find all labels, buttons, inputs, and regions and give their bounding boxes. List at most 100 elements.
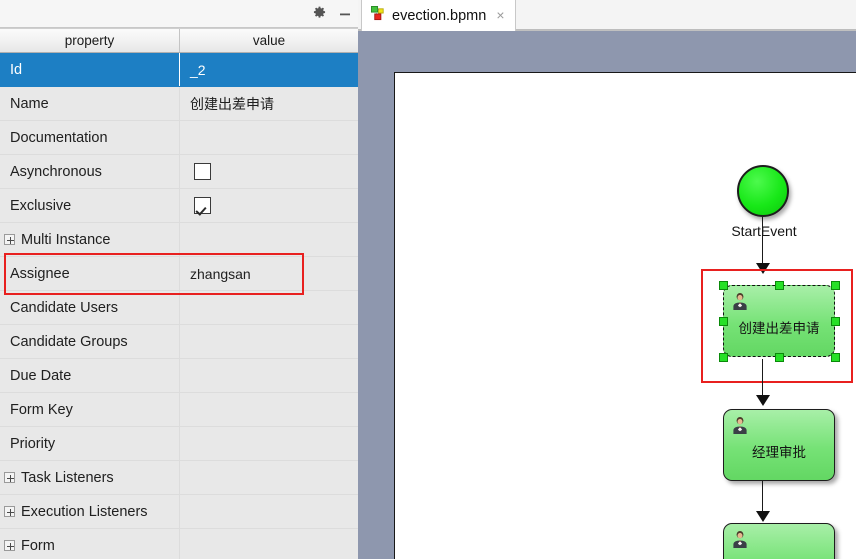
sequence-flow-1[interactable] (762, 217, 764, 267)
properties-panel: property value Id _2 Name 创建出差申请 Documentati… (0, 0, 358, 559)
task-node-manager-approval[interactable]: 经理审批 (723, 409, 835, 481)
resize-handle-w[interactable] (719, 317, 728, 326)
task-label: 创建出差申请 (738, 320, 820, 336)
editor-area: evection.bpmn × StartEvent 创建出差申请 经理审批 (358, 0, 856, 559)
property-row-exclusive[interactable]: Exclusive (0, 189, 358, 223)
property-row-multi-instance[interactable]: Multi Instance (0, 223, 358, 257)
user-task-icon (730, 415, 750, 435)
property-row-candidate-groups[interactable]: Candidate Groups (0, 325, 358, 359)
property-value-label: zhangsan (190, 265, 251, 282)
application-window: property value Id _2 Name 创建出差申请 Documentati… (0, 0, 856, 559)
property-row-name[interactable]: Name 创建出差申请 (0, 87, 358, 121)
property-value-label: 创建出差申请 (190, 95, 274, 112)
property-name-cell: Priority (0, 427, 180, 460)
property-name-cell: Candidate Groups (0, 325, 180, 358)
property-name-label: Task Listeners (21, 469, 114, 486)
resize-handle-s[interactable] (775, 353, 784, 362)
column-header-value[interactable]: value (180, 29, 358, 52)
expand-plus-icon[interactable] (4, 234, 15, 245)
task-node-create-evection[interactable]: 创建出差申请 (719, 281, 840, 362)
property-name-cell: Due Date (0, 359, 180, 392)
task-node-general-manager-approval[interactable]: 总经理审批 (723, 523, 835, 559)
property-value-cell[interactable] (180, 359, 358, 392)
property-name-cell: Asynchronous (0, 155, 180, 188)
property-value-cell[interactable] (180, 155, 358, 188)
property-name-label: Documentation (10, 129, 108, 146)
tab-label: evection.bpmn (392, 7, 487, 24)
expand-plus-icon[interactable] (4, 506, 15, 517)
property-name-cell: Id (0, 53, 180, 86)
property-value-cell[interactable] (180, 427, 358, 460)
resize-handle-e[interactable] (831, 317, 840, 326)
property-row-id[interactable]: Id _2 (0, 53, 358, 87)
property-name-label: Assignee (10, 265, 70, 282)
property-row-form-key[interactable]: Form Key (0, 393, 358, 427)
property-name-cell: Execution Listeners (0, 495, 180, 528)
property-name-label: Asynchronous (10, 163, 102, 180)
property-row-form[interactable]: Form (0, 529, 358, 559)
property-name-label: Execution Listeners (21, 503, 148, 520)
expand-plus-icon[interactable] (4, 472, 15, 483)
property-value-label: _2 (190, 61, 206, 78)
start-event-node[interactable] (737, 165, 789, 217)
property-row-priority[interactable]: Priority (0, 427, 358, 461)
task-label: 经理审批 (752, 444, 806, 460)
property-row-assignee[interactable]: Assignee zhangsan (0, 253, 358, 295)
property-value-cell[interactable] (180, 495, 358, 528)
property-name-label: Id (10, 61, 23, 78)
property-name-cell: Form (0, 529, 180, 559)
property-row-documentation[interactable]: Documentation (0, 121, 358, 155)
property-name-label: Name (10, 95, 49, 112)
resize-handle-ne[interactable] (831, 281, 840, 290)
property-name-label: Due Date (10, 367, 72, 384)
property-value-cell[interactable]: 创建出差申请 (180, 87, 358, 120)
property-value-cell[interactable] (180, 121, 358, 154)
property-row-candidate-users[interactable]: Candidate Users (0, 291, 358, 325)
expand-plus-icon[interactable] (4, 540, 15, 551)
checkbox-unchecked-icon[interactable] (194, 163, 211, 180)
diagram-paper[interactable]: StartEvent 创建出差申请 经理审批 (394, 72, 856, 559)
property-value-cell[interactable] (180, 291, 358, 324)
property-value-cell[interactable] (180, 529, 358, 559)
properties-table-body[interactable]: Id _2 Name 创建出差申请 Documentation Asynchronous E… (0, 53, 358, 559)
property-row-due-date[interactable]: Due Date (0, 359, 358, 393)
property-value-cell[interactable]: _2 (180, 53, 358, 86)
user-task-icon (730, 291, 750, 311)
property-name-label: Exclusive (10, 197, 72, 214)
property-name-label: Priority (10, 435, 56, 452)
property-value-cell[interactable]: zhangsan (180, 257, 358, 290)
property-value-cell[interactable] (180, 461, 358, 494)
minimize-icon[interactable] (332, 2, 358, 26)
property-name-cell: Exclusive (0, 189, 180, 222)
property-name-cell: Documentation (0, 121, 180, 154)
close-icon[interactable]: × (492, 8, 506, 24)
checkbox-checked-icon[interactable] (194, 197, 211, 214)
property-name-label: Multi Instance (21, 231, 111, 248)
property-value-cell[interactable] (180, 223, 358, 256)
sequence-flow-2-arrow (756, 395, 770, 406)
property-row-execution-listeners[interactable]: Execution Listeners (0, 495, 358, 529)
resize-handle-sw[interactable] (719, 353, 728, 362)
tab-evection-bpmn[interactable]: evection.bpmn × (361, 0, 516, 31)
gear-icon[interactable] (306, 2, 332, 26)
property-name-cell: Multi Instance (0, 223, 180, 256)
sequence-flow-3-arrow (756, 511, 770, 522)
property-name-label: Form (21, 537, 55, 554)
properties-table-header: property value (0, 28, 358, 53)
property-row-task-listeners[interactable]: Task Listeners (0, 461, 358, 495)
resize-handle-n[interactable] (775, 281, 784, 290)
column-header-property[interactable]: property (0, 29, 180, 52)
property-row-asynchronous[interactable]: Asynchronous (0, 155, 358, 189)
resize-handle-nw[interactable] (719, 281, 728, 290)
bpmn-file-icon (371, 5, 386, 26)
resize-handle-se[interactable] (831, 353, 840, 362)
property-value-cell[interactable] (180, 189, 358, 222)
bpmn-canvas[interactable]: StartEvent 创建出差申请 经理审批 (358, 31, 856, 559)
property-name-cell: Candidate Users (0, 291, 180, 324)
property-value-cell[interactable] (180, 325, 358, 358)
properties-panel-toolbar (0, 0, 358, 28)
property-name-cell: Task Listeners (0, 461, 180, 494)
property-name-cell: Form Key (0, 393, 180, 426)
property-value-cell[interactable] (180, 393, 358, 426)
property-name-label: Form Key (10, 401, 73, 418)
